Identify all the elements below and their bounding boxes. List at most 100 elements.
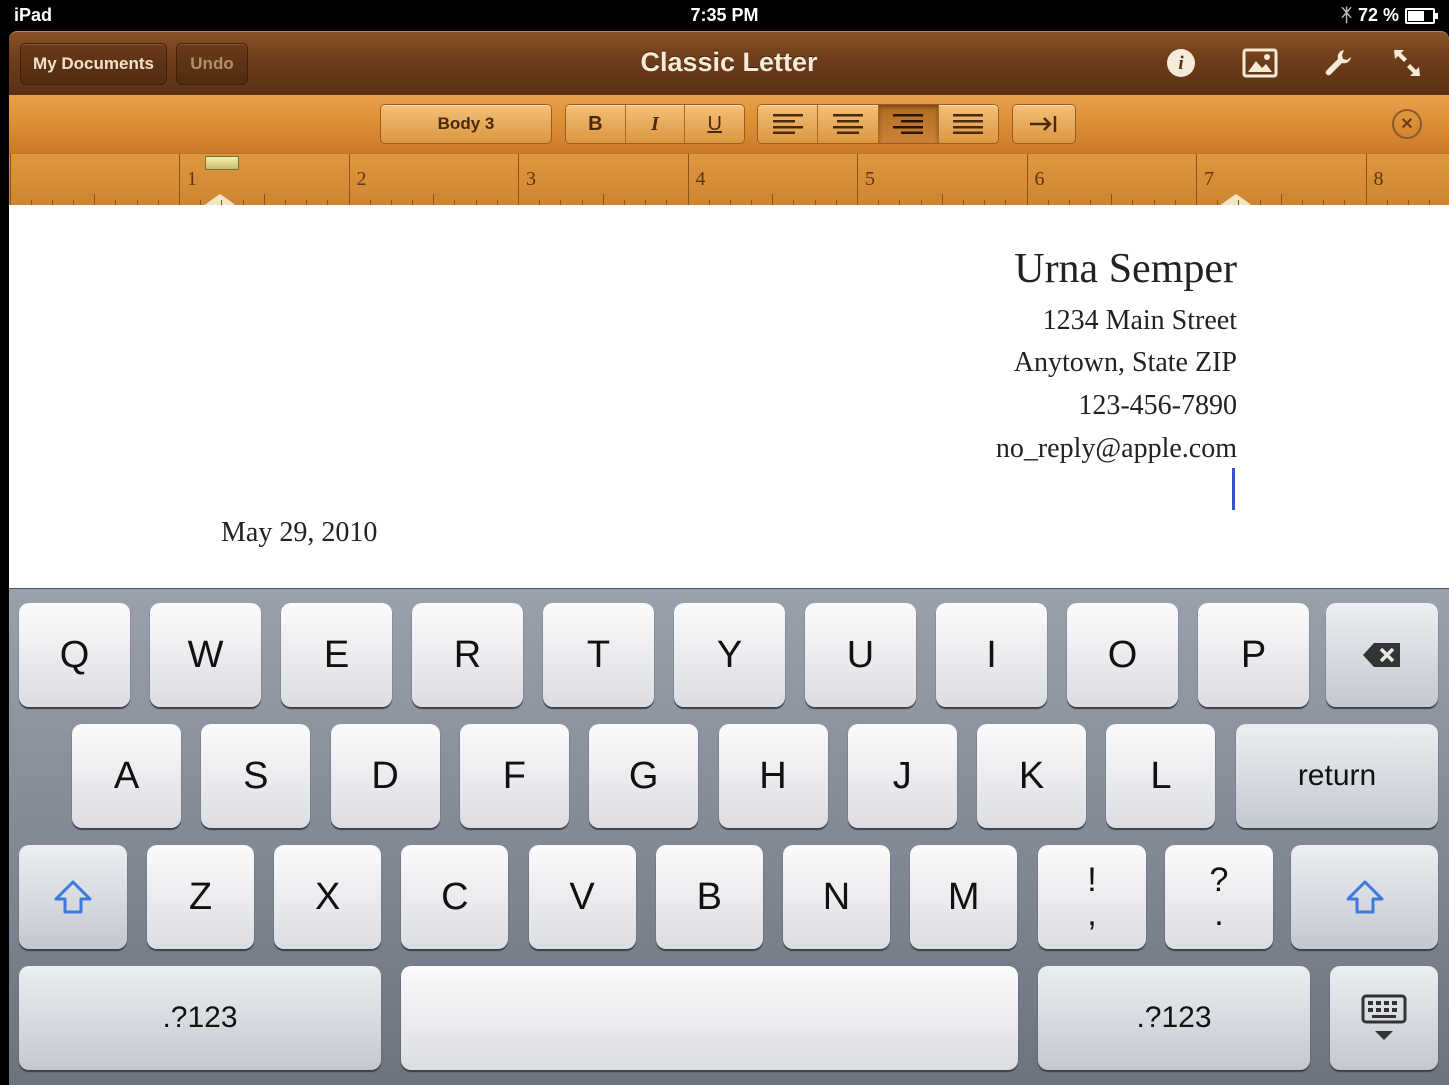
fullscreen-icon[interactable]: [1389, 45, 1425, 81]
align-center-button[interactable]: [818, 105, 879, 143]
key-r[interactable]: R: [412, 603, 523, 707]
status-right: ᛡ 72 %: [1341, 5, 1438, 26]
ruler-number: 4: [695, 168, 706, 190]
sender-email: no_reply@apple.com: [995, 433, 1237, 464]
space-bar[interactable]: [401, 966, 1018, 1070]
sender-phone: 123-456-7890: [1078, 390, 1237, 421]
battery-percent: 72 %: [1357, 5, 1399, 25]
underline-button[interactable]: U: [685, 105, 744, 143]
justify-icon: [953, 114, 984, 134]
tab-button[interactable]: [1012, 104, 1076, 144]
italic-button[interactable]: I: [626, 105, 686, 143]
sender-city: Anytown, State ZIP: [1013, 347, 1237, 378]
question-period-key[interactable]: ? .: [1165, 845, 1273, 949]
key-a[interactable]: A: [72, 724, 181, 828]
key-i[interactable]: I: [936, 603, 1047, 707]
text-style-group: B I U: [565, 104, 745, 144]
text-cursor: [1232, 468, 1235, 510]
key-b[interactable]: B: [655, 845, 763, 949]
paragraph-style-button[interactable]: Body 3: [380, 104, 552, 144]
svg-text:i: i: [1178, 53, 1184, 74]
align-left-icon: [772, 114, 803, 134]
key-c[interactable]: C: [401, 845, 509, 949]
key-t[interactable]: T: [543, 603, 654, 707]
ruler-tick: [179, 154, 180, 206]
ruler-tick: [9, 154, 11, 206]
info-icon[interactable]: i: [1163, 45, 1199, 81]
ruler-tick: [687, 154, 689, 206]
comma-label: ,: [1087, 895, 1097, 933]
hide-keyboard-icon: [1361, 994, 1407, 1040]
clock: 7:35 PM: [690, 5, 759, 25]
numbers-key-left[interactable]: .?123: [19, 966, 381, 1070]
key-y[interactable]: Y: [674, 603, 785, 707]
ruler-tick: [1196, 154, 1197, 206]
key-e[interactable]: E: [281, 603, 392, 707]
tab-icon: [1013, 105, 1075, 143]
align-right-button[interactable]: [878, 105, 939, 143]
wrench-icon[interactable]: [1320, 45, 1356, 81]
letter-date: May 29, 2010: [221, 517, 378, 548]
key-v[interactable]: V: [528, 845, 636, 949]
key-x[interactable]: X: [274, 845, 382, 949]
numbers-key-right[interactable]: .?123: [1038, 966, 1310, 1070]
key-m[interactable]: M: [910, 845, 1018, 949]
ruler-number: 7: [1204, 168, 1214, 190]
key-k[interactable]: K: [977, 724, 1087, 828]
close-format-bar-icon[interactable]: ✕: [1392, 109, 1422, 139]
key-l[interactable]: L: [1106, 724, 1216, 828]
key-q[interactable]: Q: [19, 603, 130, 707]
media-icon[interactable]: [1242, 45, 1278, 81]
period-label: .: [1214, 895, 1224, 933]
key-u[interactable]: U: [805, 603, 916, 707]
key-s[interactable]: S: [201, 724, 311, 828]
key-h[interactable]: H: [718, 724, 828, 828]
shift-key-left[interactable]: [19, 845, 127, 949]
shift-icon: [54, 880, 92, 914]
ruler: 1 2 3 4 5 6 7 8: [9, 153, 1449, 206]
key-o[interactable]: O: [1067, 603, 1178, 707]
battery-icon: [1405, 7, 1438, 24]
ruler-tick: [348, 154, 350, 206]
return-key[interactable]: return: [1236, 724, 1438, 828]
backspace-key[interactable]: [1326, 603, 1438, 707]
ruler-number: 2: [356, 168, 367, 190]
document-title: Classic Letter: [640, 47, 818, 77]
key-w[interactable]: W: [150, 603, 261, 707]
align-center-icon: [832, 114, 863, 134]
key-j[interactable]: J: [847, 724, 957, 828]
first-line-indent-marker[interactable]: [205, 156, 239, 170]
on-screen-keyboard: return ! , ? . .?123 .?123 QWERTYUIOP ASD…: [9, 588, 1449, 1085]
ruler-number: 1: [187, 168, 197, 190]
sender-street: 1234 Main Street: [1042, 305, 1237, 336]
hide-keyboard-key[interactable]: [1330, 966, 1438, 1070]
bluetooth-icon: ᛡ: [1341, 5, 1352, 25]
exclamation-label: !: [1087, 861, 1097, 899]
key-p[interactable]: P: [1198, 603, 1309, 707]
document-page[interactable]: Urna Semper 1234 Main Street Anytown, St…: [9, 205, 1449, 588]
key-f[interactable]: F: [459, 724, 569, 828]
ruler-tick: [518, 154, 519, 206]
key-g[interactable]: G: [589, 724, 699, 828]
bold-button[interactable]: B: [566, 105, 626, 143]
ruler-number: 3: [526, 168, 536, 190]
format-bar: Body 3 B I U ✕: [9, 95, 1449, 153]
top-toolbar: My Documents Undo Classic Letter i: [9, 31, 1449, 95]
shift-key-right[interactable]: [1291, 845, 1438, 949]
ruler-tick: [1365, 154, 1367, 206]
shift-icon: [1346, 880, 1383, 914]
paragraph-style-label: Body 3: [437, 114, 495, 133]
backspace-icon: [1363, 643, 1400, 667]
status-bar: iPad 7:35 PM ᛡ 72 %: [0, 0, 1449, 31]
ruler-tick: [857, 154, 858, 206]
battery-level: [1408, 10, 1424, 21]
key-z[interactable]: Z: [147, 845, 254, 949]
ruler-number: 6: [1034, 168, 1045, 190]
sender-name: Urna Semper: [1014, 246, 1237, 292]
exclamation-comma-key[interactable]: ! ,: [1038, 845, 1146, 949]
align-left-button[interactable]: [758, 105, 819, 143]
justify-button[interactable]: [939, 105, 998, 143]
key-n[interactable]: N: [783, 845, 890, 949]
key-d[interactable]: D: [330, 724, 440, 828]
alignment-group: [757, 104, 999, 144]
